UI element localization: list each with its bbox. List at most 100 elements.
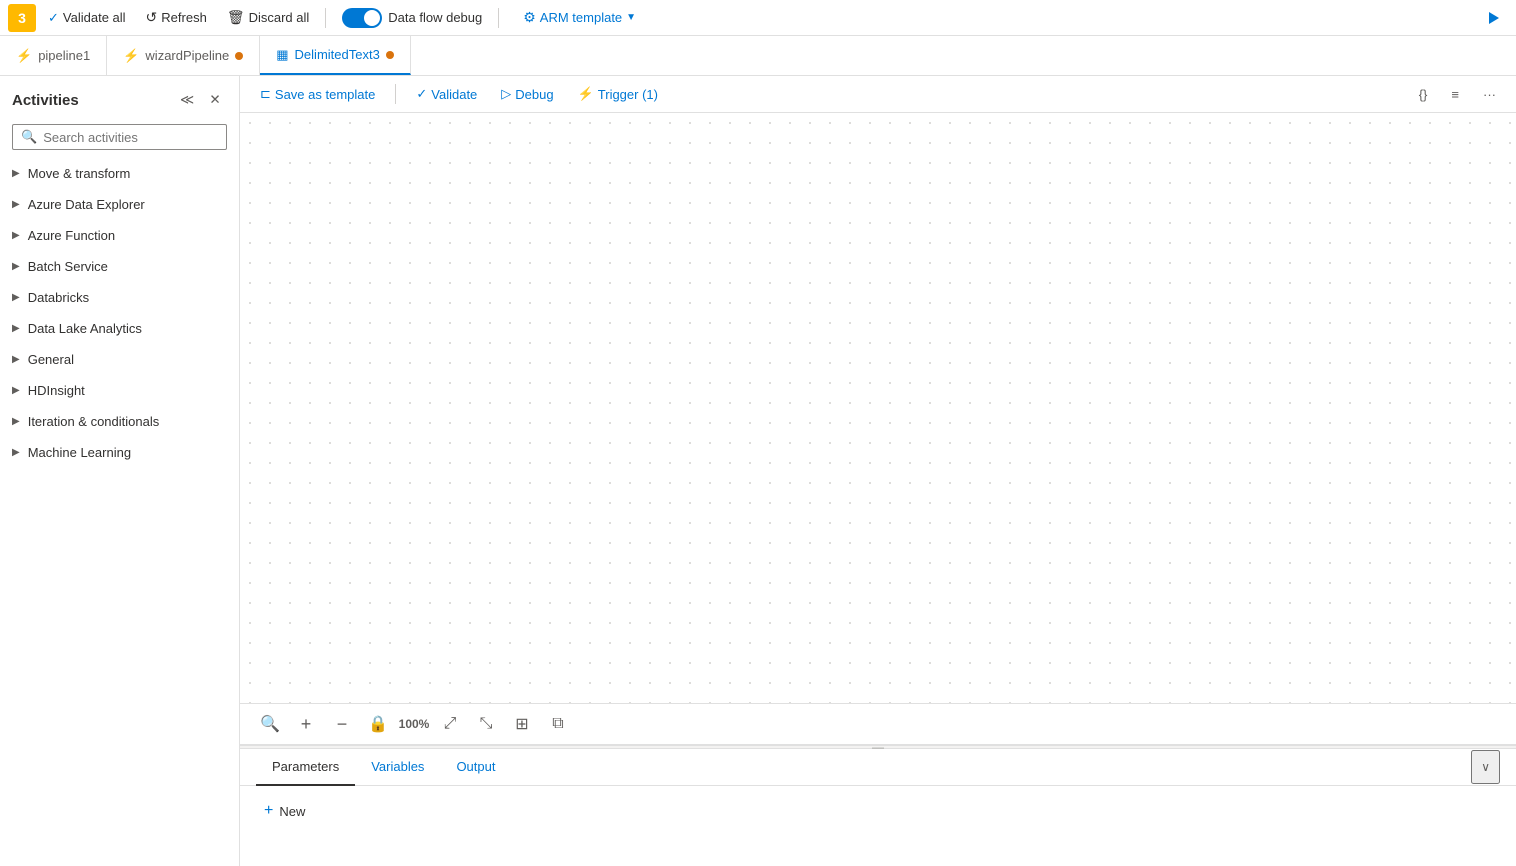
lock-icon: 🔒 [368,714,388,734]
validate-label: Validate [431,87,477,102]
tab-wizardpipeline-unsaved-dot [235,52,243,60]
settings-icon: ≡ [1451,87,1459,102]
bottom-panel: Parameters Variables Output ∨ + New [240,744,1516,866]
sidebar-item-label: Azure Function [28,228,115,243]
canvas-zoom100-button[interactable]: 100% [400,710,428,738]
sidebar-item-move-transform[interactable]: ▶ Move & transform [0,158,239,189]
activities-sidebar: Activities ≪ ✕ 🔍 ▶ Move & transform ▶ Az… [0,76,240,866]
tab-wizardpipeline-label: wizardPipeline [145,48,229,63]
canvas-remove-button[interactable]: − [328,710,356,738]
tab-pipeline1-icon: ⚡ [16,48,32,64]
more-options-button[interactable]: ··· [1475,83,1504,106]
debug-button[interactable]: ▷ Debug [493,82,561,106]
new-parameter-button[interactable]: + New [256,798,313,824]
chevron-right-icon: ▶ [12,292,20,303]
sidebar-item-azure-function[interactable]: ▶ Azure Function [0,220,239,251]
search-input[interactable] [43,130,218,145]
sidebar-item-label: Batch Service [28,259,108,274]
auto-layout-icon: ⊞ [515,714,528,734]
arm-template-label: ARM template [540,10,622,25]
tab-wizardpipeline-icon: ⚡ [123,48,139,64]
bottom-tab-parameters-label: Parameters [272,759,339,774]
canvas-add-button[interactable]: + [292,710,320,738]
canvas-fit-selection-button[interactable]: ⤡ [472,710,500,738]
pipeline-toolbar-right: {} ≡ ··· [1411,83,1504,106]
sidebar-collapse-button[interactable]: ≪ [175,88,199,112]
sidebar-item-label: Machine Learning [28,445,131,460]
sidebar-item-general[interactable]: ▶ General [0,344,239,375]
bottom-tabs: Parameters Variables Output ∨ [240,749,1516,786]
search-box[interactable]: 🔍 [12,124,227,150]
bottom-panel-chevron-button[interactable]: ∨ [1471,750,1500,784]
sidebar-item-hdinsight[interactable]: ▶ HDInsight [0,375,239,406]
sidebar-item-data-lake-analytics[interactable]: ▶ Data Lake Analytics [0,313,239,344]
settings-button[interactable]: ≡ [1443,83,1467,106]
chevron-right-icon: ▶ [12,168,20,179]
discard-button[interactable]: 🗑 Discard all [219,5,317,30]
bottom-tab-variables[interactable]: Variables [355,749,440,786]
arm-template-button[interactable]: ⚙ ARM template ▼ [515,5,644,30]
chevron-right-icon: ▶ [12,416,20,427]
tab-delimitedtext3-label: DelimitedText3 [295,47,380,62]
tab-delimitedtext3-unsaved-dot [386,51,394,59]
canvas-fit-page-button[interactable]: ⤢ [436,710,464,738]
trash-icon: 🗑 [227,9,245,26]
arm-icon: ⚙ [523,9,536,26]
validate-checkmark-icon: ✓ [416,86,427,102]
canvas-lock-button[interactable]: 🔒 [364,710,392,738]
canvas-area: ⊏ Save as template ✓ Validate ▷ Debug ⚡ … [240,76,1516,866]
tab-wizardpipeline[interactable]: ⚡ wizardPipeline [107,36,260,75]
chevron-right-icon: ▶ [12,199,20,210]
sidebar-item-databricks[interactable]: ▶ Databricks [0,282,239,313]
checkmark-icon: ✓ [48,10,59,26]
refresh-label: Refresh [161,10,207,25]
bottom-tab-output-label: Output [456,759,495,774]
sidebar-item-machine-learning[interactable]: ▶ Machine Learning [0,437,239,468]
data-flow-debug-toggle[interactable] [342,8,382,28]
canvas-search-button[interactable]: 🔍 [256,710,284,738]
sidebar-item-label: Data Lake Analytics [28,321,142,336]
save-template-icon: ⊏ [260,86,271,102]
validate-all-button[interactable]: ✓ Validate all [40,6,134,30]
refresh-button[interactable]: ↺ Refresh [138,5,215,30]
save-as-template-button[interactable]: ⊏ Save as template [252,82,383,106]
bottom-tab-output[interactable]: Output [440,749,511,786]
chevron-down-icon: ∨ [1481,760,1490,774]
sidebar-item-label: HDInsight [28,383,85,398]
code-icon: {} [1419,87,1428,102]
trigger-button[interactable]: ⚡ Trigger (1) [570,82,666,106]
arm-dropdown-icon: ▼ [626,12,636,23]
sidebar-header-icons: ≪ ✕ [175,88,227,112]
pipeline-canvas[interactable] [240,113,1516,703]
new-parameter-label: New [279,804,305,819]
plus-icon: + [264,802,273,820]
pipeline-toolbar: ⊏ Save as template ✓ Validate ▷ Debug ⚡ … [240,76,1516,113]
canvas-minimap-button[interactable]: ⧉ [544,710,572,738]
tab-delimitedtext3[interactable]: ▦ DelimitedText3 [260,36,411,75]
bottom-tab-parameters[interactable]: Parameters [256,749,355,786]
chevron-right-icon: ▶ [12,261,20,272]
sidebar-header: Activities ≪ ✕ [0,76,239,120]
search-icon: 🔍 [21,129,37,145]
run-button[interactable] [1478,3,1508,33]
chevron-right-icon: ▶ [12,230,20,241]
sidebar-item-iteration-conditionals[interactable]: ▶ Iteration & conditionals [0,406,239,437]
code-view-button[interactable]: {} [1411,83,1436,106]
trigger-icon: ⚡ [578,86,594,102]
chevron-right-icon: ▶ [12,385,20,396]
zoom100-icon: 100% [399,717,430,731]
tab-pipeline1[interactable]: ⚡ pipeline1 [0,36,107,75]
canvas-auto-layout-button[interactable]: ⊞ [508,710,536,738]
save-as-template-label: Save as template [275,87,375,102]
validate-button[interactable]: ✓ Validate [408,82,485,106]
sidebar-close-button[interactable]: ✕ [203,88,227,112]
chevron-right-icon: ▶ [12,354,20,365]
trigger-label: Trigger (1) [598,87,658,102]
debug-play-icon: ▷ [501,86,511,102]
sidebar-item-azure-data-explorer[interactable]: ▶ Azure Data Explorer [0,189,239,220]
sidebar-item-batch-service[interactable]: ▶ Batch Service [0,251,239,282]
validate-all-label: Validate all [63,10,126,25]
ellipsis-icon: ··· [1483,87,1496,102]
sidebar-item-label: Move & transform [28,166,131,181]
bottom-panel-content: + New [240,786,1516,866]
